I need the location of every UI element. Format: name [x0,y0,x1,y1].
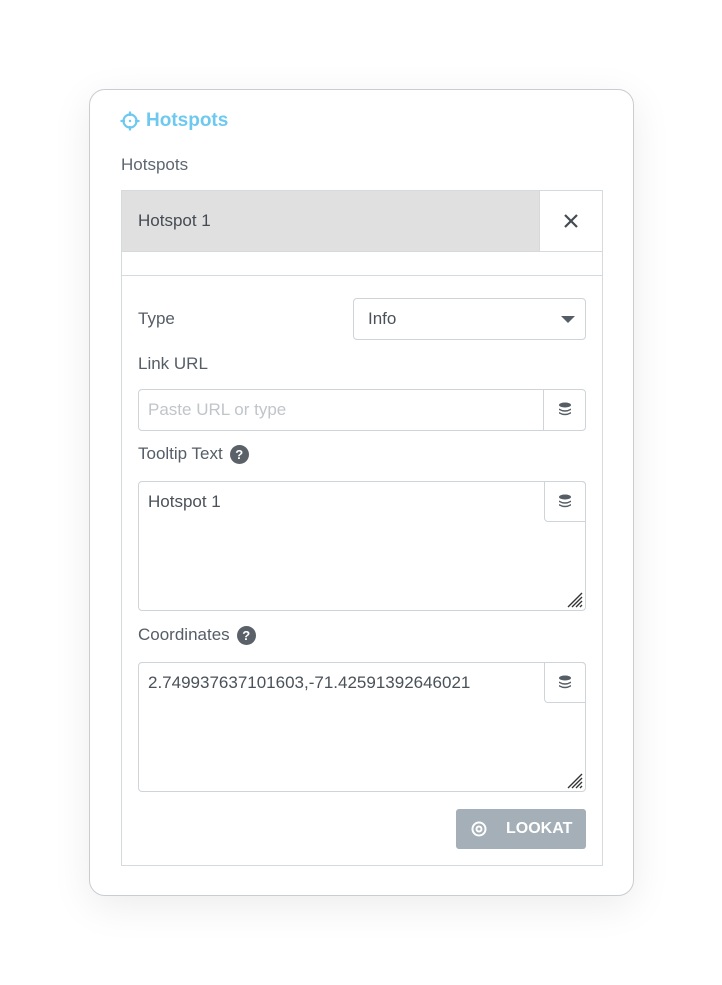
remove-item-button[interactable] [539,191,602,251]
close-icon [564,214,578,228]
link-url-input[interactable]: Paste URL or type [138,389,586,431]
coordinates-label: Coordinates [138,625,230,644]
database-icon [558,402,571,416]
section-title: Hotspots [146,110,229,131]
caret-down-icon [561,315,575,323]
coordinates-value: 2.749937637101603,-71.42591392646021 [148,673,471,692]
dynamic-tags-button[interactable] [543,390,585,430]
help-icon[interactable]: ? [236,625,256,645]
control-label: Hotspots [121,155,189,174]
help-icon[interactable]: ? [229,444,249,464]
link-url-label: Link URL [138,354,208,373]
dynamic-tags-button[interactable] [544,662,586,703]
repeater-item-title[interactable]: Hotspot 1 [122,191,539,251]
dynamic-tags-button[interactable] [544,481,586,522]
type-row: Type Info [138,298,586,340]
coordinates-textarea[interactable]: 2.749937637101603,-71.42591392646021 [138,662,586,792]
resize-handle-icon[interactable] [565,771,583,789]
type-label: Type [138,309,175,328]
database-icon [559,675,571,688]
tooltip-text-label-row: Tooltip Text ? [138,444,249,464]
type-select[interactable]: Info [353,298,586,340]
link-url-placeholder[interactable]: Paste URL or type [139,390,543,430]
crosshair-icon [120,111,140,131]
type-select-value: Info [368,309,397,328]
item-divider [122,252,602,276]
tooltip-text-label: Tooltip Text [138,444,223,463]
target-icon [471,821,487,837]
lookat-button[interactable]: LOOKAT [456,809,586,849]
lookat-label: LOOKAT [506,820,573,837]
coordinates-label-row: Coordinates ? [138,625,256,645]
section-header[interactable]: Hotspots [120,110,228,132]
repeater-item-header: Hotspot 1 [122,191,602,252]
hotspot-repeater: Hotspot 1 Type Info Link URL Paste URL o… [121,190,603,866]
database-icon [559,494,571,507]
resize-handle-icon[interactable] [565,590,583,608]
hotspots-panel: Hotspots Hotspots Hotspot 1 Type Info Li… [89,89,634,896]
tooltip-text-value: Hotspot 1 [148,492,221,511]
tooltip-text-textarea[interactable]: Hotspot 1 [138,481,586,611]
